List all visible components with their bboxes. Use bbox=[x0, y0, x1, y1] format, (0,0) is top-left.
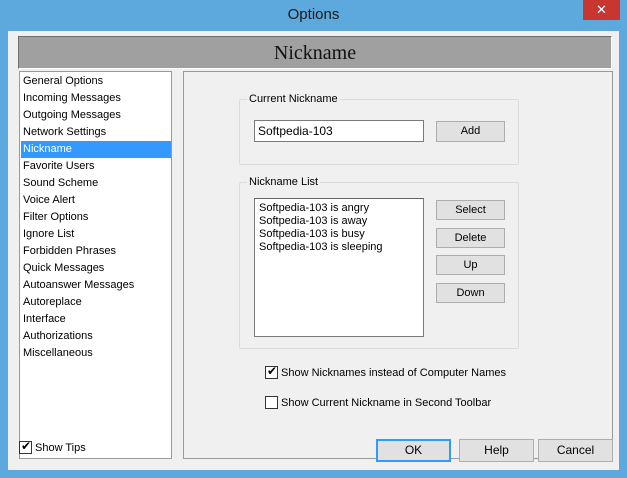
sidebar-item-general-options[interactable]: General Options bbox=[21, 73, 171, 90]
list-item[interactable]: Softpedia-103 is angry bbox=[259, 202, 369, 215]
select-button[interactable]: Select bbox=[436, 200, 505, 220]
sidebar-item-sound-scheme[interactable]: Sound Scheme bbox=[21, 175, 171, 192]
nickname-listbox[interactable]: Softpedia-103 is angry Softpedia-103 is … bbox=[254, 198, 424, 337]
dialog-body: Nickname General Options Incoming Messag… bbox=[8, 31, 619, 470]
nickname-list-group: Nickname List Softpedia-103 is angry Sof… bbox=[239, 175, 519, 349]
sidebar-item-quick-messages[interactable]: Quick Messages bbox=[21, 260, 171, 277]
show-nicknames-checkbox[interactable]: ✔ bbox=[265, 364, 278, 379]
list-item[interactable]: Softpedia-103 is busy bbox=[259, 228, 365, 241]
list-item[interactable]: Softpedia-103 is sleeping bbox=[259, 241, 383, 254]
sidebar-item-autoreplace[interactable]: Autoreplace bbox=[21, 294, 171, 311]
checkmark-icon: ✔ bbox=[267, 364, 278, 378]
show-current-nickname-label[interactable]: Show Current Nickname in Second Toolbar bbox=[281, 396, 491, 410]
options-category-list[interactable]: General Options Incoming Messages Outgoi… bbox=[19, 71, 172, 459]
sidebar-item-interface[interactable]: Interface bbox=[21, 311, 171, 328]
sidebar-item-nickname[interactable]: Nickname bbox=[21, 141, 171, 158]
sidebar-item-network-settings[interactable]: Network Settings bbox=[21, 124, 171, 141]
close-button[interactable]: ✕ bbox=[583, 0, 620, 20]
help-button[interactable]: Help bbox=[459, 439, 534, 462]
window-title: Options bbox=[287, 6, 340, 23]
sidebar-item-voice-alert[interactable]: Voice Alert bbox=[21, 192, 171, 209]
current-nickname-group: Current Nickname Softpedia-103 Add bbox=[239, 92, 519, 165]
show-nicknames-label[interactable]: Show Nicknames instead of Computer Names bbox=[281, 366, 506, 380]
move-down-button[interactable]: Down bbox=[436, 283, 505, 303]
options-window: Options ✕ Nickname General Options Incom… bbox=[0, 0, 627, 478]
sidebar-item-forbidden-phrases[interactable]: Forbidden Phrases bbox=[21, 243, 171, 260]
title-bar[interactable]: Options ✕ bbox=[0, 0, 627, 31]
sidebar-item-miscellaneous[interactable]: Miscellaneous bbox=[21, 345, 171, 362]
show-current-nickname-checkbox[interactable] bbox=[265, 396, 278, 409]
section-title: Nickname bbox=[273, 42, 357, 64]
ok-button[interactable]: OK bbox=[376, 439, 451, 462]
current-nickname-group-label: Current Nickname bbox=[247, 92, 340, 106]
sidebar-item-autoanswer-messages[interactable]: Autoanswer Messages bbox=[21, 277, 171, 294]
current-nickname-input[interactable]: Softpedia-103 bbox=[254, 120, 424, 142]
sidebar-item-authorizations[interactable]: Authorizations bbox=[21, 328, 171, 345]
nickname-settings-panel: Current Nickname Softpedia-103 Add Nickn… bbox=[183, 71, 613, 459]
add-nickname-button[interactable]: Add bbox=[436, 121, 505, 142]
cancel-button[interactable]: Cancel bbox=[538, 439, 613, 462]
list-item[interactable]: Softpedia-103 is away bbox=[259, 215, 367, 228]
sidebar-item-incoming-messages[interactable]: Incoming Messages bbox=[21, 90, 171, 107]
show-tips-checkbox[interactable]: ✔ bbox=[19, 439, 32, 454]
checkmark-icon: ✔ bbox=[21, 439, 32, 453]
nickname-list-group-label: Nickname List bbox=[247, 175, 321, 189]
delete-button[interactable]: Delete bbox=[436, 228, 505, 248]
close-icon: ✕ bbox=[596, 2, 607, 17]
section-header: Nickname bbox=[18, 36, 612, 69]
show-tips-label[interactable]: Show Tips bbox=[35, 441, 86, 455]
sidebar-item-ignore-list[interactable]: Ignore List bbox=[21, 226, 171, 243]
sidebar-item-filter-options[interactable]: Filter Options bbox=[21, 209, 171, 226]
sidebar-item-outgoing-messages[interactable]: Outgoing Messages bbox=[21, 107, 171, 124]
move-up-button[interactable]: Up bbox=[436, 255, 505, 275]
sidebar-item-favorite-users[interactable]: Favorite Users bbox=[21, 158, 171, 175]
